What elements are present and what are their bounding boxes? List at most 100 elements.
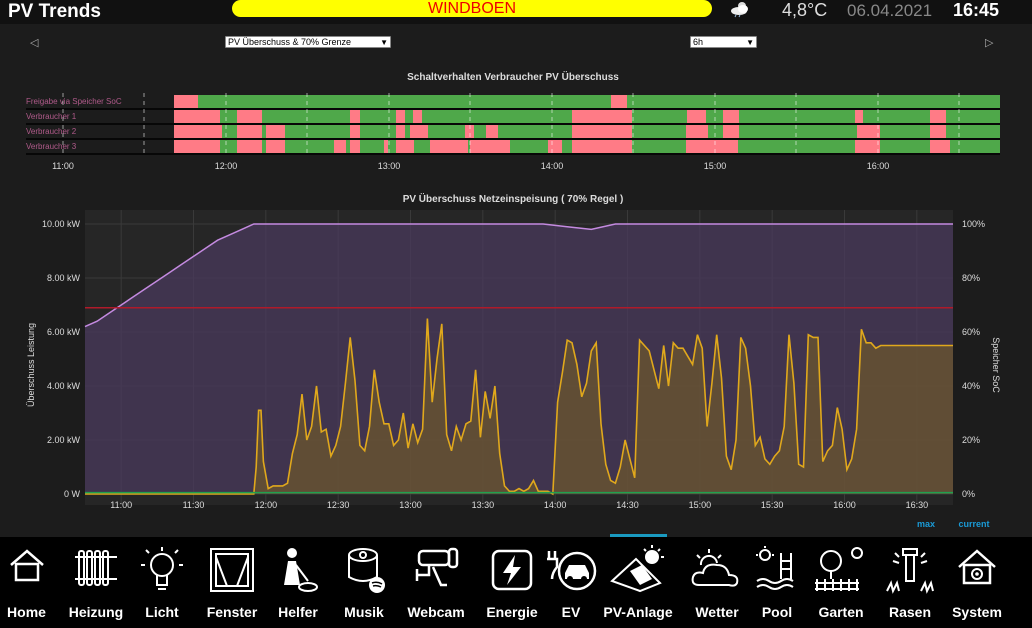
garden-icon: [815, 547, 863, 591]
charts-area: Schaltverhalten Verbraucher PV Überschus…: [26, 70, 1001, 529]
chevron-down-icon: ▼: [380, 38, 388, 47]
nav-home[interactable]: Home: [0, 537, 53, 628]
y-tick-label: 2.00 kW: [47, 435, 81, 445]
nav-label: Webcam: [407, 604, 465, 620]
range-select[interactable]: 6h ▼: [690, 36, 757, 48]
status-x-tick: 13:00: [378, 161, 401, 171]
y-tick-label: 10.00 kW: [42, 219, 81, 229]
nav-label: EV: [561, 604, 581, 620]
status-row-off: [266, 125, 285, 138]
nav-pv-anlage[interactable]: PV-Anlage: [598, 537, 678, 628]
status-row-off: [857, 125, 880, 138]
nav-helfer[interactable]: Helfer: [272, 537, 324, 628]
weather-alert-banner: WINDBOEN: [232, 0, 712, 17]
status-row-label: Verbraucher 3: [26, 142, 77, 151]
nav-label: Home: [7, 604, 46, 620]
y-tick-label: 8.00 kW: [47, 273, 81, 283]
status-row-off: [237, 125, 262, 138]
y-tick-label: 6.00 kW: [47, 327, 81, 337]
y-axis: 0 W 2.00 kW 4.00 kW 6.00 kW 8.00 kW 10.00 kW: [42, 219, 81, 499]
page-title: PV Trends: [8, 1, 101, 22]
nav-system[interactable]: System: [946, 537, 1008, 628]
nav-musik[interactable]: Musik: [336, 537, 392, 628]
y2-axis: 0% 20% 40% 60% 80% 100%: [962, 219, 985, 499]
nav-label: Rasen: [888, 604, 932, 620]
next-period-button[interactable]: ▷: [985, 36, 993, 49]
status-row-off: [548, 140, 562, 153]
status-chart-title: Schaltverhalten Verbraucher PV Überschus…: [407, 70, 619, 83]
nav-webcam[interactable]: Webcam: [401, 537, 471, 628]
system-home-icon: [958, 549, 996, 585]
status-rows: Freigabe via Speicher SoC Verbraucher 1 Ve…: [26, 95, 1000, 155]
legend-current[interactable]: current: [958, 519, 989, 529]
status-row-off: [686, 140, 738, 153]
chart-select-value: PV Überschuss & 70% Grenze: [228, 37, 352, 47]
nav-wetter[interactable]: Wetter: [686, 537, 748, 628]
status-row-off: [930, 140, 950, 153]
x-tick-label: 14:30: [616, 500, 639, 510]
y2-axis-label: Speicher SoC: [991, 337, 1001, 393]
status-row-off: [687, 110, 706, 123]
status-row-off: [237, 140, 262, 153]
chevron-down-icon: ▼: [746, 38, 754, 47]
x-tick-label: 16:00: [833, 500, 856, 510]
solar-panel-icon: [610, 545, 664, 593]
status-row-off: [266, 140, 285, 153]
status-row-off: [855, 140, 880, 153]
home-icon: [9, 549, 44, 582]
status-row-off: [174, 140, 220, 153]
status-row-on: [174, 95, 1000, 108]
status-x-tick: 12:00: [215, 161, 238, 171]
status-row-off: [384, 140, 388, 153]
nav-label: Musik: [344, 604, 384, 620]
status-row-off: [686, 125, 708, 138]
nav-label: Garten: [818, 604, 864, 620]
status-row-off: [413, 110, 422, 123]
bulb-icon: [141, 547, 183, 590]
status-row-off: [350, 125, 360, 138]
status-row-off: [430, 140, 468, 153]
header-bar: PV Trends WINDBOEN 4,8°C 06.04.2021 16:4…: [0, 0, 1032, 24]
status-row-off: [174, 95, 198, 108]
status-row-label: Verbraucher 1: [26, 112, 77, 121]
status-row-off: [572, 140, 632, 153]
status-x-tick: 16:00: [867, 161, 890, 171]
outdoor-temperature: 4,8°C: [782, 0, 828, 20]
status-row-off: [237, 110, 262, 123]
status-row-off: [611, 95, 627, 108]
status-row-off: [855, 110, 863, 123]
nav-label: System: [952, 604, 1002, 620]
nav-energie[interactable]: Energie: [480, 537, 544, 628]
nav-label: Fenster: [206, 604, 258, 620]
nav-ev[interactable]: EV: [540, 537, 602, 628]
nav-licht[interactable]: Licht: [136, 537, 188, 628]
status-row-off: [334, 140, 346, 153]
x-tick-label: 15:00: [689, 500, 712, 510]
y2-tick-label: 80%: [962, 273, 980, 283]
nav-rasen[interactable]: Rasen: [882, 537, 938, 628]
x-tick-label: 15:30: [761, 500, 784, 510]
chart-select[interactable]: PV Überschuss & 70% Grenze ▼: [225, 36, 391, 48]
nav-pool[interactable]: Pool: [756, 537, 798, 628]
status-row-off: [723, 125, 739, 138]
status-row-off: [486, 125, 498, 138]
y-axis-label: Überschuss Leistung: [26, 323, 36, 407]
x-tick-label: 14:00: [544, 500, 567, 510]
pool-icon: [756, 546, 794, 590]
nav-heizung[interactable]: Heizung: [62, 537, 130, 628]
nav-fenster[interactable]: Fenster: [201, 537, 263, 628]
status-row-off: [930, 125, 946, 138]
status-row-off: [930, 110, 946, 123]
legend-max[interactable]: max: [917, 519, 935, 529]
x-tick-label: 12:30: [327, 500, 350, 510]
previous-period-button[interactable]: ◁: [30, 36, 38, 49]
nav-garten[interactable]: Garten: [812, 537, 870, 628]
nav-label: Energie: [486, 604, 538, 620]
x-tick-label: 11:30: [183, 500, 205, 510]
current-date: 06.04.2021: [847, 1, 933, 20]
main-chart-title: PV Überschuss Netzeinspeisung ( 70% Rege…: [403, 192, 624, 205]
y2-tick-label: 20%: [962, 435, 980, 445]
x-tick-label: 13:30: [472, 500, 495, 510]
status-row-off: [410, 125, 428, 138]
window-icon: [210, 548, 254, 592]
